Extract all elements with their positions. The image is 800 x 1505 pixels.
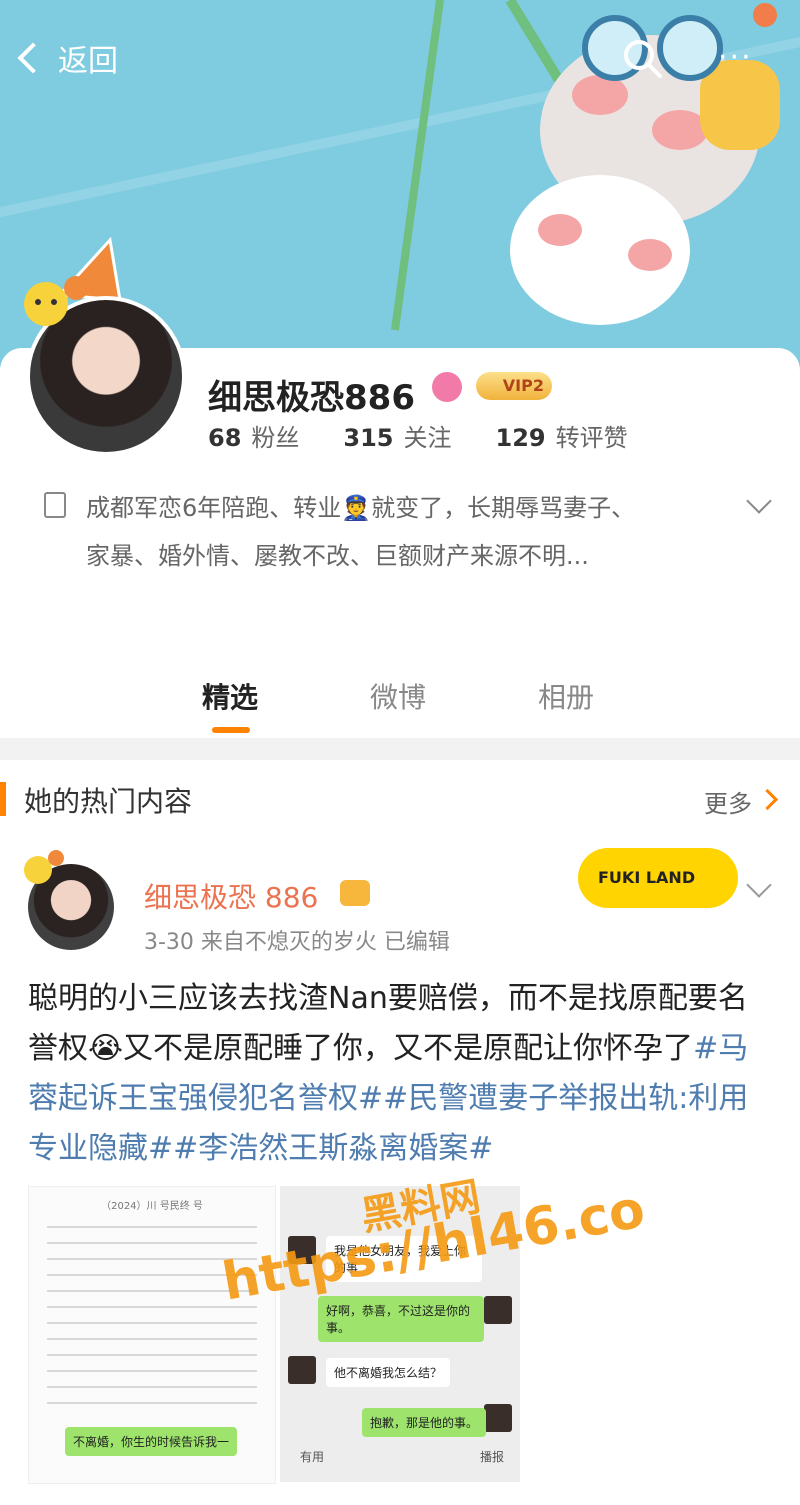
report-button[interactable]: 播报 (480, 1448, 504, 1465)
post-text: 聪明的小三应该去找渣Nan要赔偿，而不是找原配要名誉权😭又不是原配睡了你，又不是… (28, 974, 772, 1174)
post-meta: 3-30 来自不熄灭的岁火 已编辑 (144, 930, 450, 955)
chat-bubble: 抱歉，那是他的事。 (362, 1408, 487, 1437)
profile-stats: 68 粉丝 315 关注 129 转评赞 (208, 418, 628, 453)
back-button[interactable]: 返回 (17, 36, 118, 80)
search-icon[interactable] (620, 36, 664, 80)
post-author[interactable]: 细思极恐 886 (144, 876, 318, 916)
tab-active-indicator (212, 727, 250, 733)
section-accent-bar (0, 782, 6, 816)
chat-avatar (288, 1356, 316, 1384)
bio-document-icon (44, 492, 66, 518)
tab-album[interactable]: 相册 (538, 676, 594, 716)
stat-followers[interactable]: 68 粉丝 (208, 418, 299, 453)
more-icon[interactable]: ··· (718, 40, 753, 75)
hot-content-header: 她的热门内容 更多 (0, 760, 800, 837)
avatar-pendant-icon (24, 850, 64, 884)
avatar-pendant-icon (24, 276, 88, 326)
crown-badge-icon (340, 880, 370, 906)
stat-value: 315 (343, 424, 394, 452)
gender-female-icon (432, 372, 462, 402)
post-card[interactable]: 细思极恐 886 3-30 来自不熄灭的岁火 已编辑 FUKI LAND 聪明的… (0, 836, 800, 1505)
vip-badge[interactable]: VIP2 (476, 372, 552, 400)
more-link[interactable]: 更多 (704, 784, 752, 819)
stat-following[interactable]: 315 关注 (343, 418, 451, 453)
chevron-right-icon[interactable] (756, 788, 779, 811)
stat-label: 转评赞 (555, 424, 628, 452)
post-image-document[interactable]: （2024）川 号民终 号 不离婚，你生的时候告诉我一 (28, 1186, 276, 1484)
tab-featured[interactable]: 精选 (202, 676, 258, 716)
doc-header: （2024）川 号民终 号 (101, 1201, 203, 1212)
stat-value: 129 (495, 424, 546, 452)
profile-nickname: 细思极恐886 (208, 378, 415, 418)
back-label: 返回 (58, 44, 118, 79)
chat-bubble: 不离婚，你生的时候告诉我一 (65, 1427, 238, 1456)
stat-value: 68 (208, 424, 242, 452)
profile-bio: 成都军恋6年陪跑、转业👮就变了，长期辱骂妻子、家暴、婚外情、屡教不改、巨额财产来… (86, 494, 636, 570)
tab-weibo[interactable]: 微博 (370, 676, 426, 716)
fuki-land-badge[interactable]: FUKI LAND (578, 848, 738, 908)
chat-avatar (484, 1404, 512, 1432)
useful-button[interactable]: 有用 (300, 1448, 324, 1465)
hot-content-title: 她的热门内容 (24, 785, 193, 818)
chat-bubble: 好啊，恭喜，不过这是你的事。 (318, 1296, 484, 1342)
post-text-body: 聪明的小三应该去找渣Nan要赔偿，而不是找原配要名誉权😭又不是原配睡了你，又不是… (28, 981, 748, 1066)
chevron-down-icon[interactable] (746, 872, 772, 898)
chevron-left-icon (17, 42, 49, 74)
stat-label: 关注 (403, 424, 452, 452)
chat-bubble: 他不离婚我怎么结？ (326, 1358, 451, 1387)
stat-label: 粉丝 (251, 424, 300, 452)
chat-avatar (484, 1296, 512, 1324)
stat-likes[interactable]: 129 转评赞 (496, 418, 628, 453)
